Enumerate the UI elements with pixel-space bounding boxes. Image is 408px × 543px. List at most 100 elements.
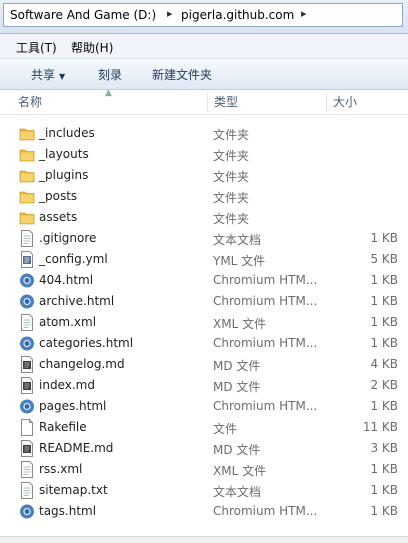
file-size: 2 KB xyxy=(370,378,398,392)
file-type: Chromium HTM... xyxy=(213,504,318,518)
column-header: ▲ 名称 类型 大小 xyxy=(0,88,408,115)
file-row[interactable]: rss.xml XML 文件 1 KB xyxy=(0,459,408,480)
file-row[interactable]: Rakefile 文件 11 KB xyxy=(0,417,408,438)
file-name: rss.xml xyxy=(39,462,83,476)
file-name: Rakefile xyxy=(39,420,87,434)
chromium-html-icon xyxy=(19,335,35,352)
folder-icon xyxy=(19,209,35,226)
file-size: 1 KB xyxy=(370,462,398,476)
file-name: pages.html xyxy=(39,399,107,413)
folder-icon xyxy=(19,125,35,142)
file-type: 文本文档 xyxy=(213,233,262,247)
address-box[interactable]: Software And Game (D:) ▸ pigerla.github.… xyxy=(3,3,403,27)
file-name: sitemap.txt xyxy=(39,483,108,497)
file-name: tags.html xyxy=(39,504,97,518)
file-name: archive.html xyxy=(39,294,115,308)
share-label: 共享 xyxy=(31,68,56,82)
address-bar: Software And Game (D:) ▸ pigerla.github.… xyxy=(0,0,408,34)
menu-tools[interactable]: 工具(T) xyxy=(16,39,57,56)
xml-file-icon xyxy=(19,461,35,478)
file-type: MD 文件 xyxy=(213,380,261,394)
md-file-icon xyxy=(19,377,35,394)
column-size[interactable]: 大小 xyxy=(333,90,357,114)
share-button[interactable]: 共享 ▼ xyxy=(31,66,65,83)
file-type: MD 文件 xyxy=(213,443,261,457)
file-name: index.md xyxy=(39,378,95,392)
file-name: changelog.md xyxy=(39,357,125,371)
file-size: 1 KB xyxy=(370,504,398,518)
sort-ascending-icon: ▲ xyxy=(105,88,112,98)
file-row[interactable]: _plugins 文件夹 xyxy=(0,165,408,186)
file-size: 5 KB xyxy=(370,252,398,266)
chevron-down-icon: ▼ xyxy=(59,72,66,81)
file-type: 文件夹 xyxy=(213,128,250,142)
file-row[interactable]: _config.yml YML 文件 5 KB xyxy=(0,249,408,270)
blank-file-icon xyxy=(19,419,35,436)
text-file-icon xyxy=(19,482,35,499)
file-row[interactable]: _includes 文件夹 xyxy=(0,123,408,144)
column-type[interactable]: 类型 xyxy=(214,90,238,114)
burn-button[interactable]: 刻录 xyxy=(98,66,122,83)
file-row[interactable]: atom.xml XML 文件 1 KB xyxy=(0,312,408,333)
md-file-icon xyxy=(19,356,35,373)
file-row[interactable]: 404.html Chromium HTM... 1 KB xyxy=(0,270,408,291)
column-divider[interactable] xyxy=(326,92,327,112)
file-name: README.md xyxy=(39,441,114,455)
column-divider[interactable] xyxy=(207,92,208,112)
file-name: _layouts xyxy=(39,147,89,161)
file-type: Chromium HTM... xyxy=(213,399,318,413)
file-row[interactable]: README.md MD 文件 3 KB xyxy=(0,438,408,459)
breadcrumb-drive[interactable]: Software And Game (D:) xyxy=(10,8,156,22)
file-name: 404.html xyxy=(39,273,94,287)
breadcrumb-separator[interactable]: ▸ xyxy=(167,7,173,20)
file-size: 1 KB xyxy=(370,399,398,413)
file-row[interactable]: assets 文件夹 xyxy=(0,207,408,228)
file-name: _config.yml xyxy=(39,252,108,266)
file-size: 11 KB xyxy=(362,420,398,434)
file-row[interactable]: sitemap.txt 文本文档 1 KB xyxy=(0,480,408,501)
chromium-html-icon xyxy=(19,398,35,415)
chromium-html-icon xyxy=(19,272,35,289)
new-folder-button[interactable]: 新建文件夹 xyxy=(152,66,212,83)
file-row[interactable]: pages.html Chromium HTM... 1 KB xyxy=(0,396,408,417)
file-type: 文件夹 xyxy=(213,149,250,163)
file-type: 文件夹 xyxy=(213,170,250,184)
column-name[interactable]: 名称 xyxy=(18,90,42,114)
command-toolbar: 共享 ▼ 刻录 新建文件夹 xyxy=(0,59,408,90)
file-type: MD 文件 xyxy=(213,359,261,373)
yml-file-icon xyxy=(19,251,35,268)
file-size: 1 KB xyxy=(370,294,398,308)
file-row[interactable]: index.md MD 文件 2 KB xyxy=(0,375,408,396)
md-file-icon xyxy=(19,440,35,457)
file-row[interactable]: _layouts 文件夹 xyxy=(0,144,408,165)
file-name: assets xyxy=(39,210,78,224)
file-size: 3 KB xyxy=(370,441,398,455)
folder-icon xyxy=(19,188,35,205)
breadcrumb-end-arrow[interactable]: ▸ xyxy=(301,7,307,20)
menu-help[interactable]: 帮助(H) xyxy=(71,39,113,56)
file-name: .gitignore xyxy=(39,231,97,245)
menu-bar: 工具(T) 帮助(H) xyxy=(0,34,408,59)
file-size: 1 KB xyxy=(370,483,398,497)
chromium-html-icon xyxy=(19,293,35,310)
file-row[interactable]: changelog.md MD 文件 4 KB xyxy=(0,354,408,375)
file-row[interactable]: tags.html Chromium HTM... 1 KB xyxy=(0,501,408,522)
file-row[interactable]: .gitignore 文本文档 1 KB xyxy=(0,228,408,249)
file-name: atom.xml xyxy=(39,315,97,329)
breadcrumb-folder[interactable]: pigerla.github.com xyxy=(181,8,294,22)
file-row[interactable]: _posts 文件夹 xyxy=(0,186,408,207)
xml-file-icon xyxy=(19,314,35,331)
file-size: 4 KB xyxy=(370,357,398,371)
file-name: categories.html xyxy=(39,336,134,350)
file-type: XML 文件 xyxy=(213,317,267,331)
file-row[interactable]: categories.html Chromium HTM... 1 KB xyxy=(0,333,408,354)
file-type: Chromium HTM... xyxy=(213,294,318,308)
file-row[interactable]: archive.html Chromium HTM... 1 KB xyxy=(0,291,408,312)
file-size: 1 KB xyxy=(370,336,398,350)
file-name: _includes xyxy=(39,126,95,140)
folder-icon xyxy=(19,146,35,163)
file-type: 文件 xyxy=(213,422,238,436)
file-size: 1 KB xyxy=(370,315,398,329)
file-type: Chromium HTM... xyxy=(213,273,318,287)
text-file-icon xyxy=(19,230,35,247)
